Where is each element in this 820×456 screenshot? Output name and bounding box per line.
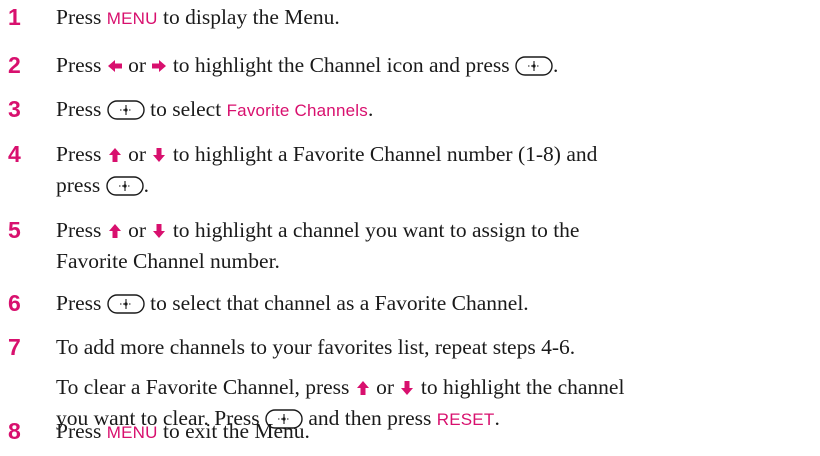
step-text: Press MENU to exit the Menu.	[56, 419, 310, 443]
step-number: 7	[8, 334, 21, 360]
left-arrow-icon	[107, 58, 123, 74]
step-number: 8	[8, 418, 21, 444]
step-text: Press or to highlight a channel you want…	[56, 218, 580, 273]
step-text: Press to select that channel as a Favori…	[56, 291, 529, 315]
down-arrow-icon	[151, 147, 167, 163]
select-button-icon	[106, 176, 144, 196]
menu-key: MENU	[106, 423, 158, 442]
up-arrow-icon	[107, 223, 123, 239]
down-arrow-icon	[151, 223, 167, 239]
up-arrow-icon	[355, 380, 371, 396]
select-button-icon	[107, 294, 145, 314]
down-arrow-icon	[399, 380, 415, 396]
step-text: Press to select Favorite Channels.	[56, 97, 374, 121]
instruction-list: 1 Press MENU to display the Menu. 2 Pres…	[0, 0, 820, 456]
step-number: 1	[8, 4, 21, 30]
step-number: 5	[8, 217, 21, 243]
favorite-channels-menu-item: Favorite Channels	[226, 101, 368, 120]
menu-key: MENU	[106, 9, 158, 28]
select-button-icon	[107, 100, 145, 120]
up-arrow-icon	[107, 147, 123, 163]
step-number: 6	[8, 290, 21, 316]
step-text: Press or to highlight a Favorite Channel…	[56, 142, 598, 197]
step-number: 4	[8, 141, 21, 167]
step-number: 3	[8, 96, 21, 122]
right-arrow-icon	[151, 58, 167, 74]
select-button-icon	[515, 56, 553, 76]
step-number: 2	[8, 52, 21, 78]
step-text: Press or to highlight the Channel icon a…	[56, 53, 559, 77]
step-text: Press MENU to display the Menu.	[56, 5, 340, 29]
